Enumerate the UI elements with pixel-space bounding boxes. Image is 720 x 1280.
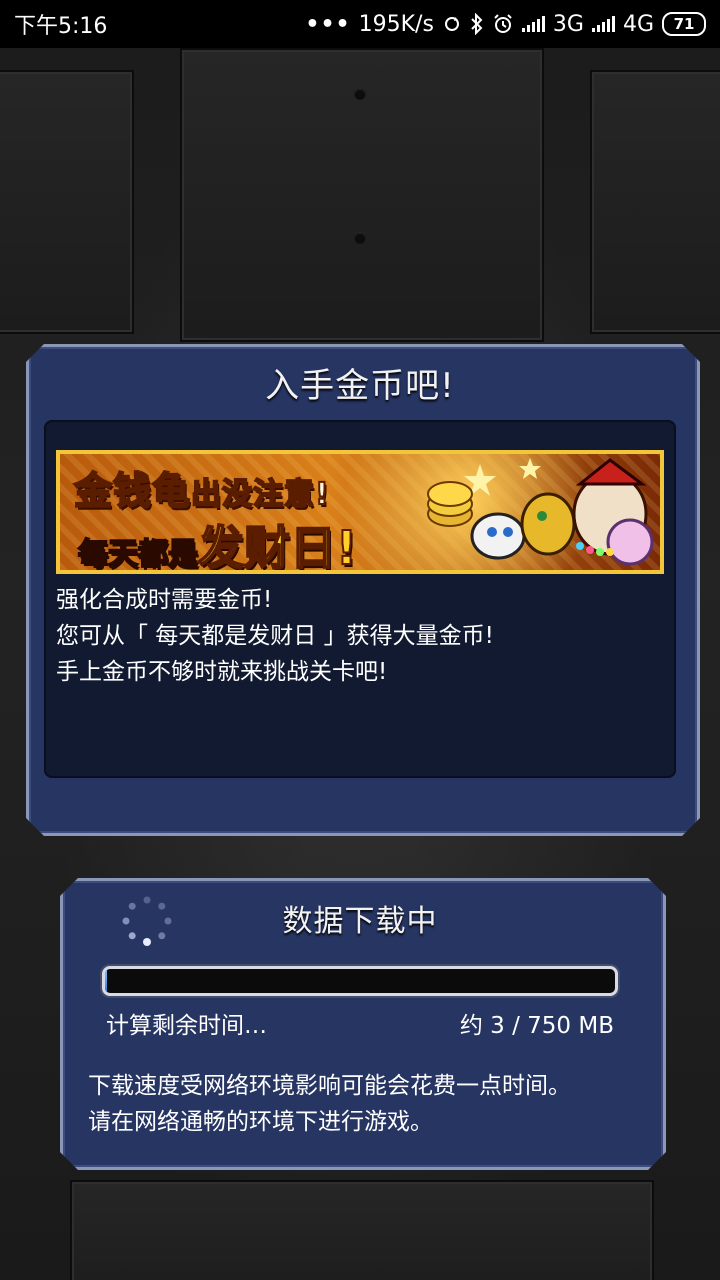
background-panel-right — [590, 70, 720, 334]
background-panel-bottom — [70, 1180, 654, 1280]
download-size-label: 约 3 / 750 MB — [459, 1013, 614, 1039]
bluetooth-icon — [471, 13, 483, 35]
network-3g-label: 3G — [552, 11, 584, 37]
download-title: 数据下载中 — [282, 904, 438, 939]
download-notice-line-2: 请在网络通畅的环境下进行游戏。 — [88, 1109, 433, 1135]
alarm-icon — [494, 14, 512, 33]
signal-3g-icon — [521, 16, 545, 32]
event-banner[interactable]: 金钱龟出没注意! 每天都是发财日! — [56, 450, 664, 574]
background-rivet — [354, 232, 366, 244]
remaining-time-label: 计算剩余时间… — [106, 1013, 267, 1039]
coin-tip-line-3: 手上金币不够时就来挑战关卡吧! — [56, 659, 388, 685]
status-time: 下午5:16 — [14, 14, 108, 39]
network-speed: 195K/s — [358, 11, 434, 37]
coin-tip-title: 入手金币吧! — [265, 366, 455, 406]
status-icons: ••• 195K/s 3G 4G 71 — [305, 12, 706, 37]
download-notice-line-1: 下载速度受网络环境影响可能会花费一点时间。 — [88, 1073, 571, 1099]
banner-subline: 每天都是发财日! — [77, 512, 358, 574]
more-dots-icon: ••• — [305, 11, 351, 37]
banner-line2-prefix: 每天都是 — [77, 536, 199, 572]
coin-tip-line-1: 强化合成时需要金币! — [56, 587, 273, 613]
download-progress-fill — [105, 969, 108, 993]
background-panel-left — [0, 70, 134, 334]
banner-turtle-characters-image — [427, 458, 654, 566]
sync-icon — [444, 17, 459, 31]
network-4g-label: 4G — [622, 11, 654, 37]
download-progress-bar — [102, 966, 618, 996]
banner-line1-big: 金钱龟 — [73, 468, 192, 514]
battery-icon: 71 — [662, 12, 706, 36]
status-bar: 下午5:16 ••• 195K/s 3G 4G 71 — [0, 0, 720, 48]
banner-headline: 金钱龟出没注意! — [73, 460, 330, 515]
signal-4g-icon — [591, 16, 615, 32]
coin-tip-line-2: 您可从「 每天都是发财日 」获得大量金币! — [56, 623, 494, 649]
game-loading-screen: 下午5:16 ••• 195K/s 3G 4G 71 入手金币吧! 金钱龟出没注… — [0, 0, 720, 1280]
banner-line1-small: 出没注意! — [190, 476, 330, 513]
background-rivet — [354, 88, 366, 100]
banner-line2-big: 发财日! — [197, 520, 358, 574]
